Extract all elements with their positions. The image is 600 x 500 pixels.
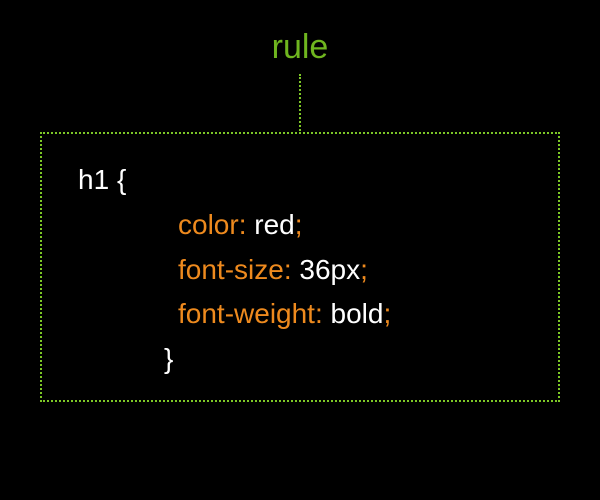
prop-3: font-weight <box>178 298 315 329</box>
val-3: bold <box>331 298 384 329</box>
val-2: 36px <box>299 254 360 285</box>
declaration-3: font-weight: bold; <box>78 292 538 337</box>
semi-1: ; <box>295 209 303 240</box>
val-1: red <box>254 209 294 240</box>
prop-2: font-size <box>178 254 284 285</box>
leader-line <box>299 74 301 134</box>
css-code: h1 { color: red; font-size: 36px; font-w… <box>78 158 538 382</box>
close-brace: } <box>78 337 538 382</box>
space-3 <box>323 298 331 329</box>
semi-2: ; <box>360 254 368 285</box>
rule-title: rule <box>0 28 600 67</box>
open-brace: { <box>117 164 126 195</box>
semi-3: ; <box>383 298 391 329</box>
prop-1: color <box>178 209 239 240</box>
rule-box: h1 { color: red; font-size: 36px; font-w… <box>40 132 560 402</box>
diagram-stage: rule h1 { color: red; font-size: 36px; f… <box>0 0 600 500</box>
declaration-1: color: red; <box>78 203 538 248</box>
selector-line: h1 { <box>78 158 538 203</box>
colon-3: : <box>315 298 323 329</box>
colon-2: : <box>284 254 292 285</box>
declaration-2: font-size: 36px; <box>78 248 538 293</box>
selector: h1 <box>78 164 109 195</box>
